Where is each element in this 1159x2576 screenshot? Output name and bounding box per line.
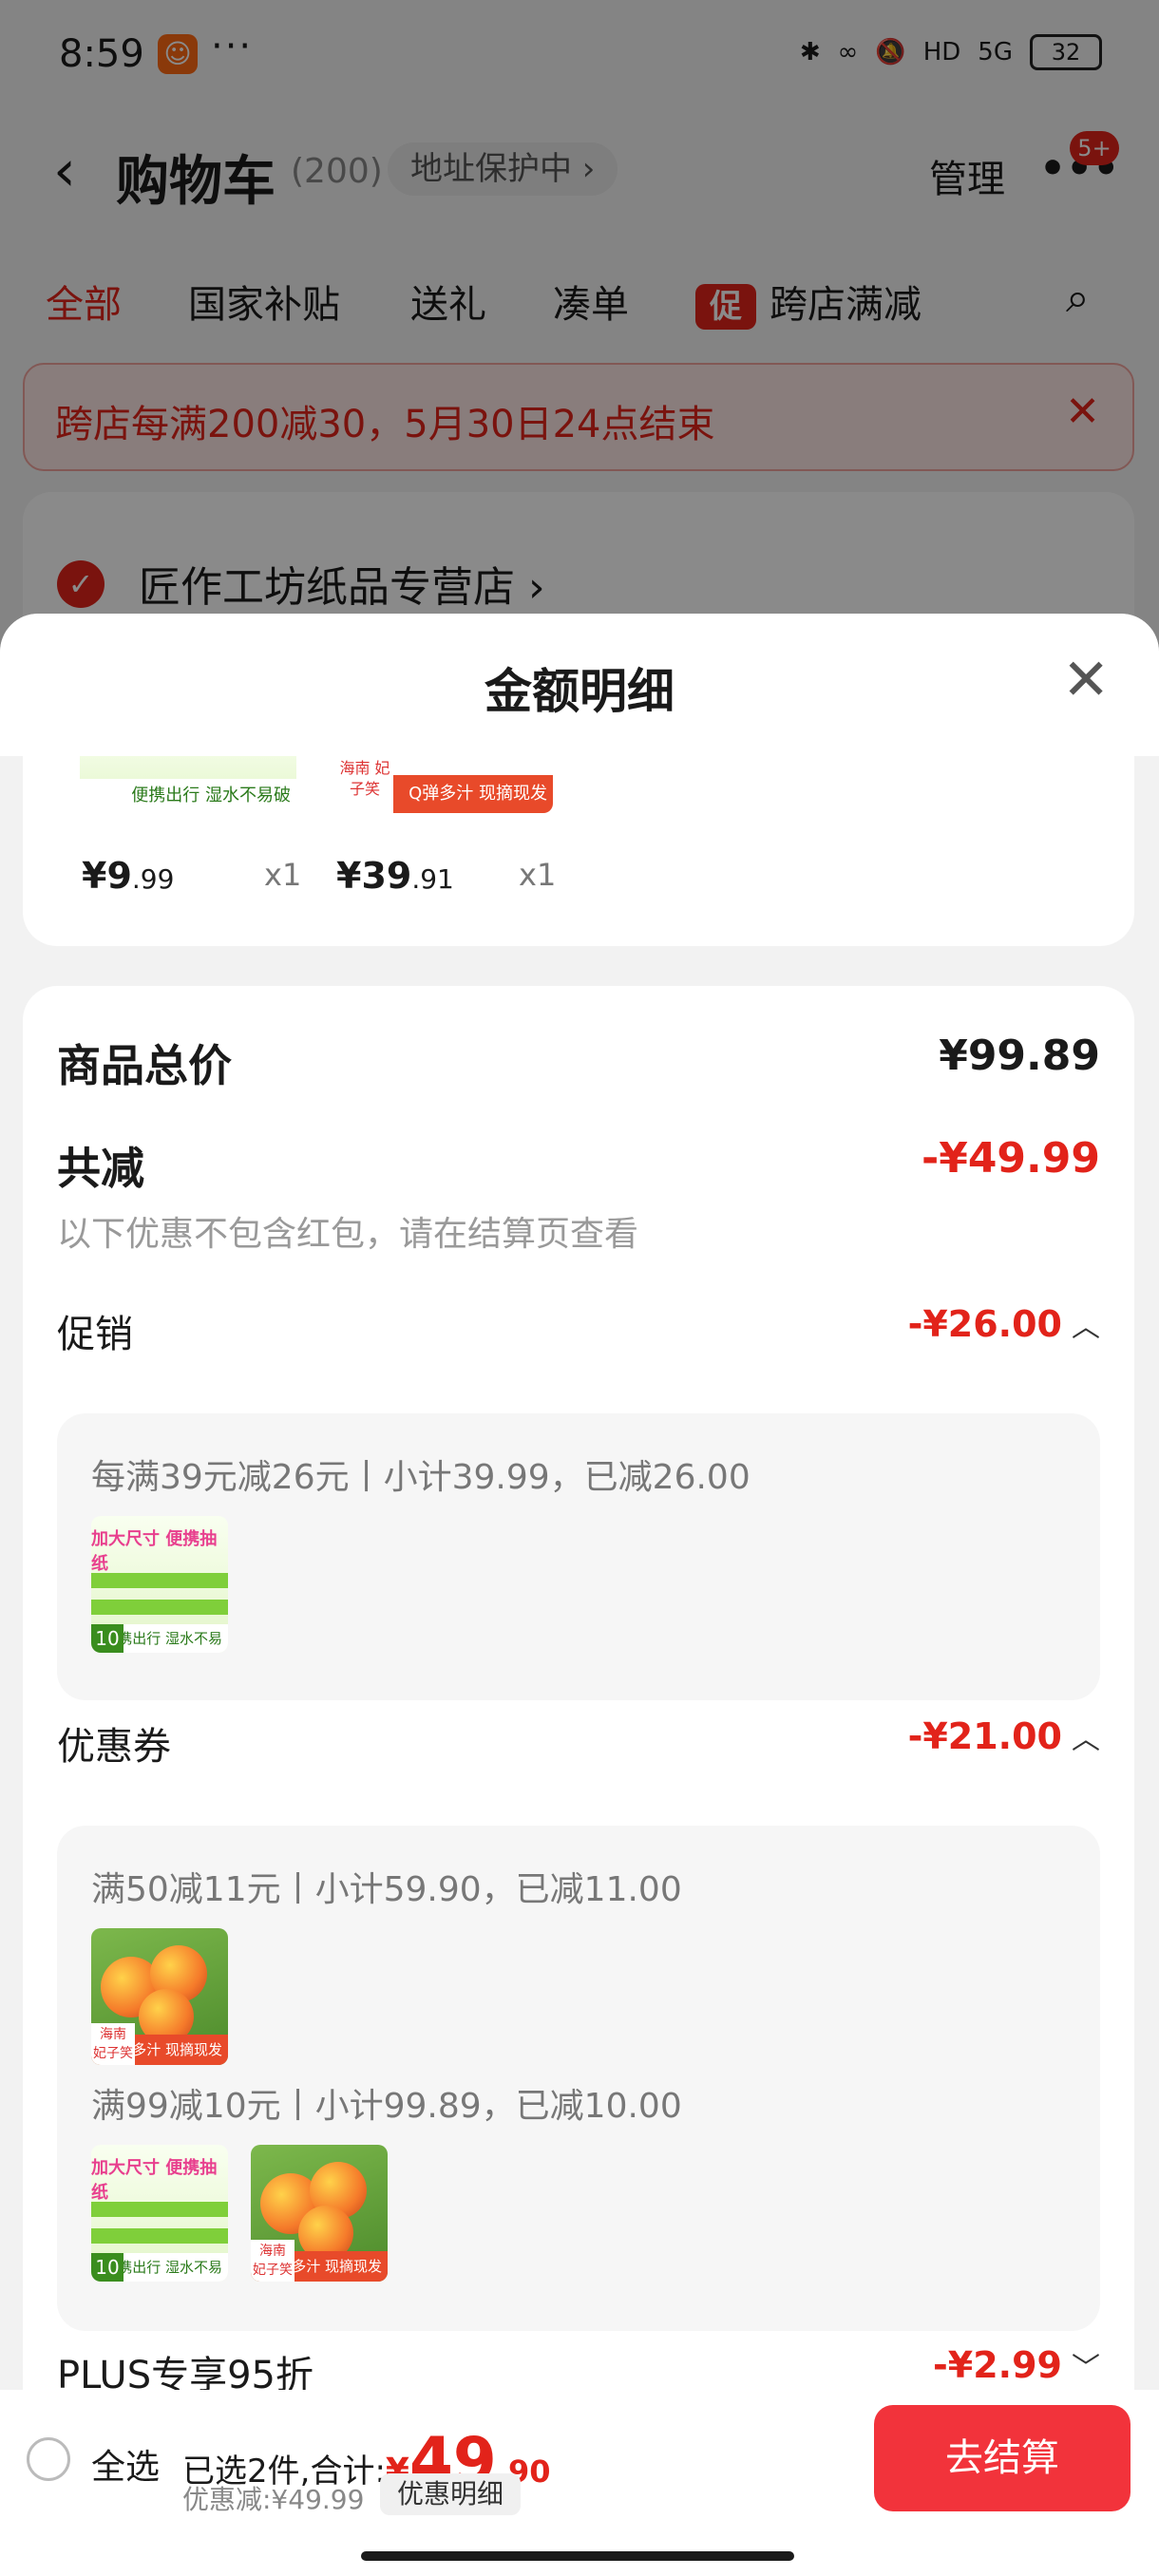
checkout-bar: 全选 已选2件,合计:¥49.90 优惠减:¥49.99 优惠明细 去结算 xyxy=(0,2390,1159,2576)
product-image-tissue: 加大尺寸 便携抽纸 便携出行 湿水不易破 10 xyxy=(91,1516,228,1653)
sheet-header: 金额明细 ✕ xyxy=(0,614,1159,756)
item-price: ¥39.91 xyxy=(336,855,454,897)
item-qty: x1 xyxy=(519,857,557,893)
plus-toggle[interactable]: -¥2.99 ﹀ xyxy=(933,2344,1100,2386)
tissue-count: 10 xyxy=(91,2253,124,2282)
promotion-label: 促销 xyxy=(57,1313,133,1356)
coupon-label: 优惠券 xyxy=(57,1725,171,1769)
close-icon[interactable]: ✕ xyxy=(1062,652,1110,709)
reduce-value: -¥49.99 xyxy=(921,1134,1100,1183)
peach-origin: 海南 妃子笑 xyxy=(251,2240,294,2282)
promotion-detail-box: 每满39元减26元丨小计39.99，已减26.00 加大尺寸 便携抽纸 便携出行… xyxy=(57,1413,1100,1700)
checkout-button[interactable]: 去结算 xyxy=(874,2405,1130,2511)
amount-detail-sheet: 10 便携出行 湿水不易破 Q弹多汁 现摘现发 海南 妃子笑 ¥9.99 x1 … xyxy=(0,614,1159,2576)
coupon-toggle[interactable]: -¥21.00 ︿ xyxy=(908,1715,1100,1757)
product-image-tissue: 加大尺寸 便携抽纸 便携出行 湿水不易破 10 xyxy=(91,2145,228,2282)
tissue-title: 加大尺寸 便携抽纸 xyxy=(91,1529,218,1574)
promotion-rule: 每满39元减26元丨小计39.99，已减26.00 xyxy=(91,1458,750,1497)
chevron-down-icon: ﹀ xyxy=(1072,2352,1100,2385)
promotion-value: -¥26.00 xyxy=(907,1303,1062,1345)
product-image-peach: Q弹多汁 现摘现发 海南 妃子笑 xyxy=(251,2145,388,2282)
plus-value: -¥2.99 xyxy=(933,2344,1062,2386)
tissue-title: 加大尺寸 便携抽纸 xyxy=(91,2158,218,2203)
tissue-count: 10 xyxy=(91,1624,124,1653)
saved-amount: 优惠减:¥49.99 xyxy=(182,2484,365,2515)
item-price: ¥9.99 xyxy=(82,855,175,897)
total-value: ¥99.89 xyxy=(939,1032,1100,1080)
selected-items-card: 10 便携出行 湿水不易破 Q弹多汁 现摘现发 海南 妃子笑 ¥9.99 x1 … xyxy=(23,756,1134,946)
sheet-title: 金额明细 xyxy=(484,664,674,719)
tissue-band: 便携出行 湿水不易破 xyxy=(80,779,296,813)
product-image-tissue: 10 便携出行 湿水不易破 xyxy=(80,756,296,813)
price-detail-card: 商品总价 ¥99.89 共减 -¥49.99 以下优惠不包含红包，请在结算页查看… xyxy=(23,986,1134,2576)
product-image-peach: Q弹多汁 现摘现发 海南 妃子笑 xyxy=(91,1928,228,2065)
reduce-note: 以下优惠不包含红包，请在结算页查看 xyxy=(57,1215,639,1254)
peach-origin: 海南 妃子笑 xyxy=(91,2023,135,2065)
reduce-label: 共减 xyxy=(57,1143,144,1194)
select-all-radio[interactable] xyxy=(27,2437,70,2481)
select-all-label[interactable]: 全选 xyxy=(91,2439,160,2489)
total-label: 商品总价 xyxy=(57,1040,232,1091)
product-image-peach: Q弹多汁 现摘现发 海南 妃子笑 xyxy=(336,756,553,813)
chevron-up-icon: ︿ xyxy=(1072,1723,1100,1756)
promotion-toggle[interactable]: -¥26.00 ︿ xyxy=(908,1303,1100,1345)
peach-origin: 海南 妃子笑 xyxy=(336,756,393,813)
coupon-rule: 满99减10元丨小计99.89，已减10.00 xyxy=(91,2087,682,2126)
item-qty: x1 xyxy=(264,857,302,893)
coupon-rule: 满50减11元丨小计59.90，已减11.00 xyxy=(91,1870,682,1909)
coupon-value: -¥21.00 xyxy=(907,1715,1062,1757)
chevron-up-icon: ︿ xyxy=(1072,1311,1100,1344)
discount-detail-button[interactable]: 优惠明细 xyxy=(380,2473,522,2515)
coupon-detail-box: 满50减11元丨小计59.90，已减11.00 Q弹多汁 现摘现发 海南 妃子笑… xyxy=(57,1826,1100,2331)
home-indicator xyxy=(361,2551,794,2561)
